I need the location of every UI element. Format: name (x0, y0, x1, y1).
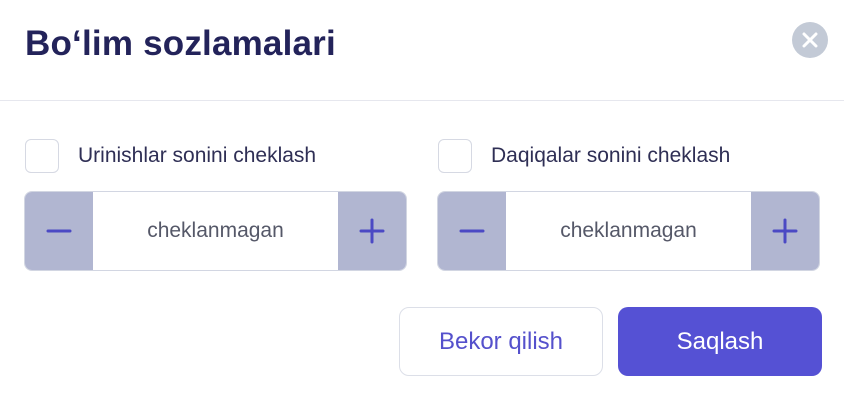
plus-icon (772, 218, 798, 244)
attempts-stepper: cheklanmagan (24, 191, 407, 271)
attempts-value[interactable]: cheklanmagan (93, 192, 338, 270)
attempts-increment-button[interactable] (338, 192, 406, 270)
attempts-decrement-button[interactable] (25, 192, 93, 270)
minutes-decrement-button[interactable] (438, 192, 506, 270)
close-icon (802, 32, 818, 48)
plus-icon (359, 218, 385, 244)
minutes-value[interactable]: cheklanmagan (506, 192, 751, 270)
attempts-limit-checkbox[interactable] (25, 139, 59, 173)
minutes-increment-button[interactable] (751, 192, 819, 270)
dialog-header: Bo‘lim sozlamalari (0, 0, 844, 101)
dialog-title: Bo‘lim sozlamalari (25, 24, 336, 63)
close-button[interactable] (792, 22, 828, 58)
cancel-button[interactable]: Bekor qilish (399, 307, 603, 376)
minus-icon (459, 229, 485, 233)
minutes-limit-row: Daqiqalar sonini cheklash (438, 138, 730, 174)
attempts-limit-row: Urinishlar sonini cheklash (25, 138, 316, 174)
minutes-limit-checkbox[interactable] (438, 139, 472, 173)
attempts-limit-label: Urinishlar sonini cheklash (78, 144, 317, 167)
minutes-stepper: cheklanmagan (437, 191, 820, 271)
minutes-limit-label: Daqiqalar sonini cheklash (491, 144, 731, 167)
minus-icon (46, 229, 72, 233)
save-button[interactable]: Saqlash (618, 307, 822, 376)
